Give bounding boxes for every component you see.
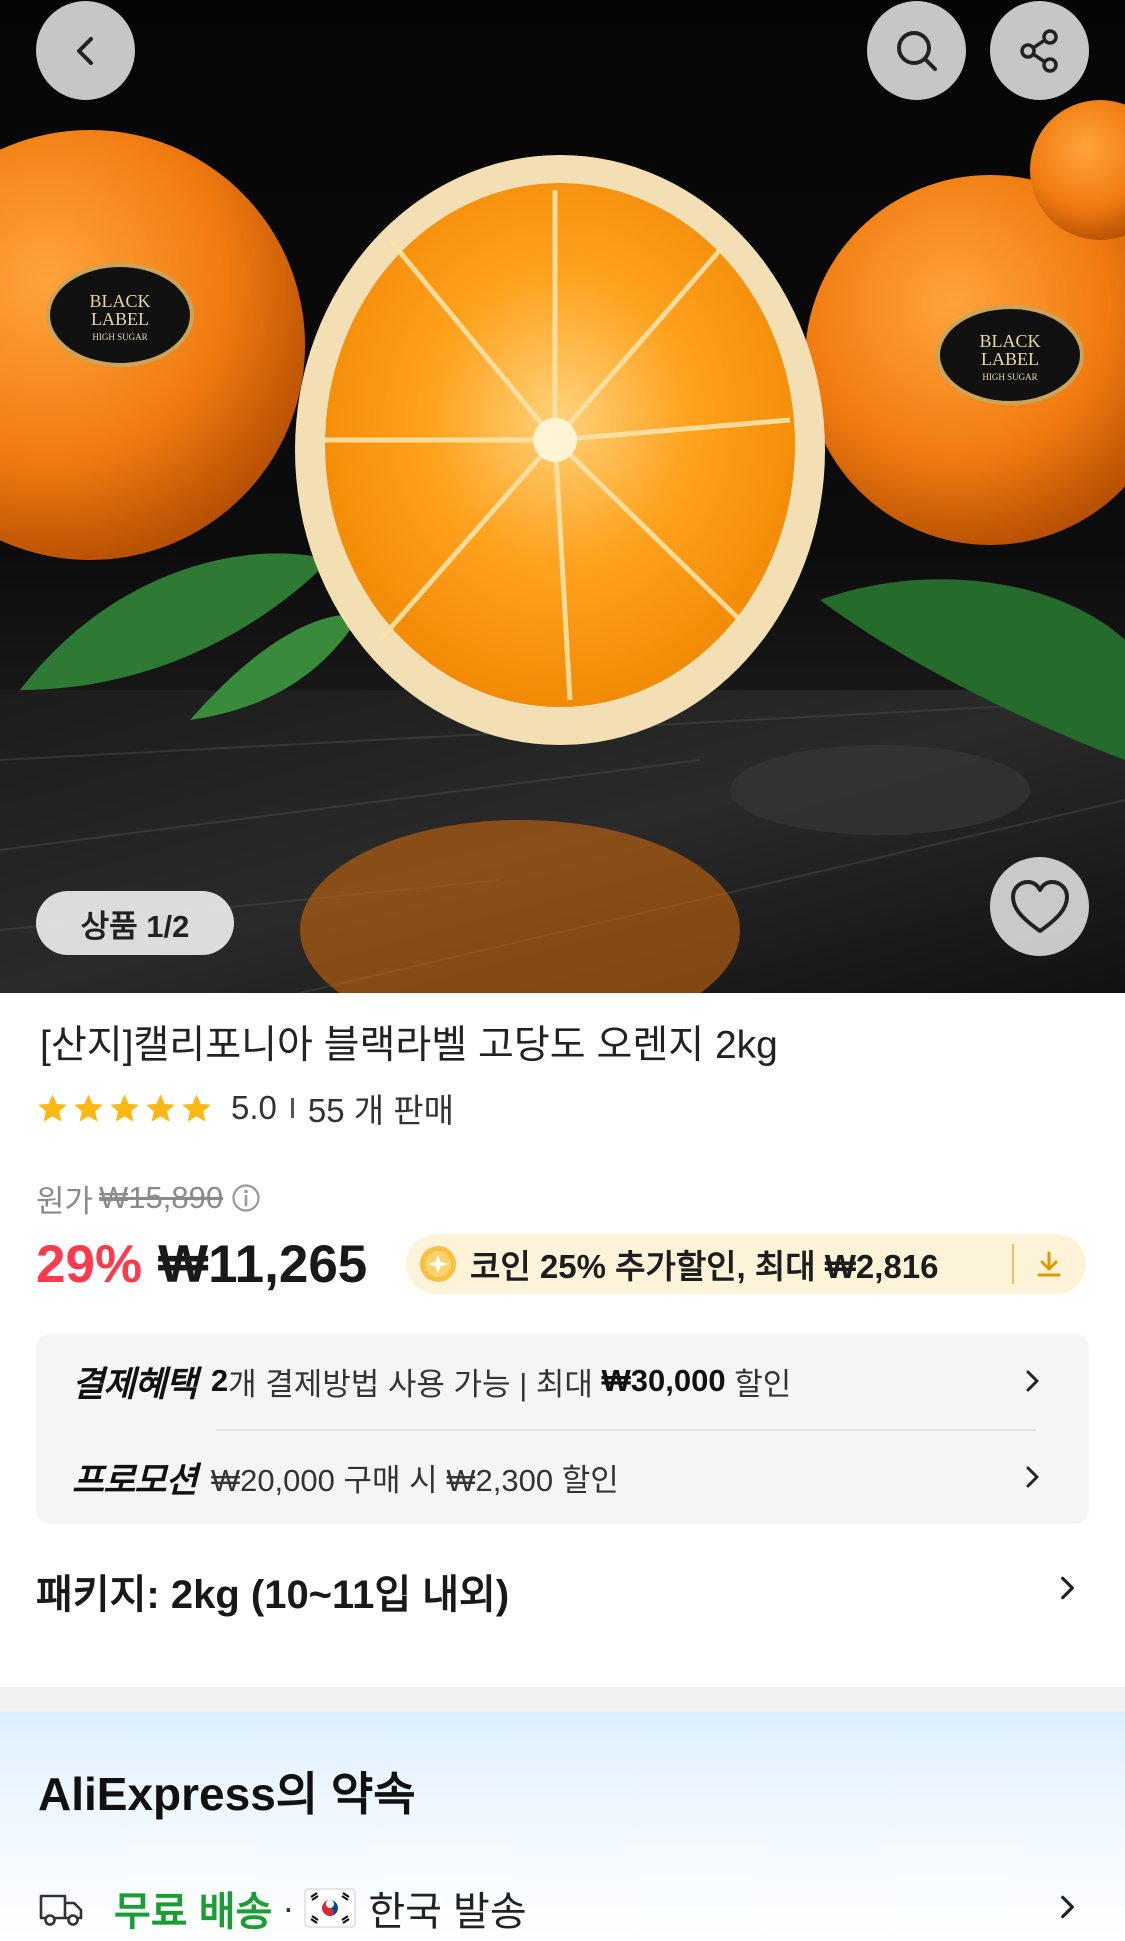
chevron-right-icon[interactable] <box>1018 1367 1046 1395</box>
coin-promo-text: 코인 25% 추가할인, 최대 ₩2,816 <box>470 1248 939 1285</box>
chevron-right-icon[interactable] <box>1052 1892 1082 1922</box>
share-button[interactable] <box>990 1 1089 100</box>
sticker-line-3: HIGH SUGAR <box>92 332 148 342</box>
product-image-gallery[interactable]: BLACK LABEL HIGH SUGAR BLACK LABEL HIGH … <box>0 0 1125 993</box>
star-icon <box>110 1093 139 1122</box>
sticker-line-1: BLACK <box>979 331 1041 351</box>
original-price-row: 원가 ₩15,890 <box>36 1178 261 1219</box>
coin-icon <box>420 1246 456 1282</box>
divider <box>290 1098 294 1118</box>
korea-flag-icon <box>304 1888 357 1928</box>
promise-title: AliExpress의 약속 <box>38 1768 416 1820</box>
black-label-sticker: BLACK LABEL HIGH SUGAR <box>960 332 1060 386</box>
product-photo <box>0 100 1125 993</box>
free-shipping-label: 무료 배송 <box>114 1890 273 1934</box>
original-price-label: 원가 <box>36 1183 94 1219</box>
divider <box>1012 1244 1014 1284</box>
search-button[interactable] <box>867 1 966 100</box>
promotion-label: 프로모션 <box>72 1460 198 1500</box>
original-price: ₩15,890 <box>99 1180 224 1215</box>
payment-benefit-label: 결제혜택 <box>72 1364 198 1404</box>
wishlist-button[interactable] <box>990 857 1089 956</box>
sale-price: ₩11,265 <box>158 1234 368 1294</box>
back-button[interactable] <box>36 1 135 100</box>
sticker-line-1: BLACK <box>89 291 151 311</box>
price-row: 29% ₩11,265 <box>36 1232 367 1296</box>
package-selector[interactable]: 패키지: 2kg (10~11입 내외) <box>36 1562 509 1620</box>
truck-icon <box>39 1894 83 1926</box>
heart-icon <box>1010 879 1069 933</box>
rating-value: 5.0 <box>231 1089 277 1126</box>
chevron-left-icon <box>76 36 93 65</box>
star-icon <box>38 1093 67 1122</box>
sticker-line-3: HIGH SUGAR <box>982 372 1038 382</box>
star-rating <box>36 1092 213 1125</box>
share-icon <box>1019 28 1058 73</box>
ship-from-label: 한국 발송 <box>368 1890 527 1934</box>
star-icon <box>146 1093 175 1122</box>
star-icon <box>182 1093 211 1122</box>
payment-max-amount: ₩30,000 <box>601 1363 726 1398</box>
divider <box>216 1429 1036 1431</box>
sold-count: 55 개 판매 <box>307 1092 454 1129</box>
image-counter: 상품 1/2 <box>36 891 234 955</box>
sticker-line-2: LABEL <box>981 349 1039 369</box>
coin-discount-badge[interactable]: 코인 25% 추가할인, 최대 ₩2,816 <box>406 1234 1086 1294</box>
rating-row[interactable]: 5.0 55 개 판매 <box>36 1086 454 1130</box>
search-icon <box>896 30 937 71</box>
sticker-line-2: LABEL <box>91 309 149 329</box>
chevron-right-icon[interactable] <box>1018 1463 1046 1491</box>
section-divider <box>0 1687 1125 1711</box>
star-icon <box>74 1093 103 1122</box>
info-icon[interactable] <box>231 1183 261 1213</box>
black-label-sticker: BLACK LABEL HIGH SUGAR <box>70 292 170 346</box>
payment-text-suffix: 할인 <box>725 1366 792 1402</box>
payment-count: 2 <box>210 1363 229 1398</box>
separator-dot: · <box>282 1887 295 1928</box>
chevron-right-icon[interactable] <box>1052 1573 1082 1603</box>
payment-benefit-row[interactable]: 결제혜택 2 개 결제방법 사용 가능 | 최대 ₩30,000 할인 <box>72 1356 791 1406</box>
promotion-row[interactable]: 프로모션 ₩20,000 구매 시 ₩2,300 할인 <box>72 1452 619 1502</box>
shipping-row[interactable]: 무료 배송 · 한국 발송 <box>38 1880 527 1936</box>
payment-text: 개 결제방법 사용 가능 | 최대 <box>228 1366 602 1402</box>
discount-percent: 29% <box>36 1234 143 1294</box>
promotion-text: ₩20,000 구매 시 ₩2,300 할인 <box>210 1462 619 1498</box>
product-title: [산지]캘리포니아 블랙라벨 고당도 오렌지 2kg <box>40 1024 778 1067</box>
benefits-box: 결제혜택 2 개 결제방법 사용 가능 | 최대 ₩30,000 할인 프로모션… <box>36 1334 1089 1524</box>
download-icon[interactable] <box>1033 1248 1065 1280</box>
